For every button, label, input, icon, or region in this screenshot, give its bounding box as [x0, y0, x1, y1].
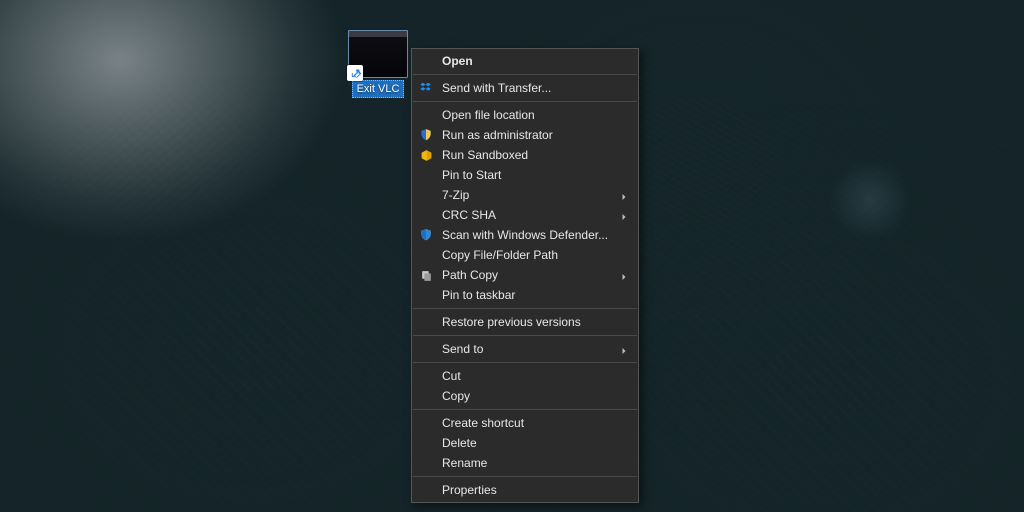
- chevron-right-icon: [618, 269, 630, 281]
- menu-item-properties[interactable]: Properties: [412, 480, 638, 500]
- menu-item-pin-to-taskbar[interactable]: Pin to taskbar: [412, 285, 638, 305]
- menu-item-open[interactable]: Open: [412, 51, 638, 71]
- dropbox-icon: [418, 80, 434, 96]
- menu-item-send-with-transfer[interactable]: Send with Transfer...: [412, 78, 638, 98]
- shortcut-arrow-overlay-icon: [347, 65, 363, 81]
- menu-item-copy-file-folder-path[interactable]: Copy File/Folder Path: [412, 245, 638, 265]
- menu-item-label: Rename: [442, 453, 487, 473]
- menu-item-restore-previous-versions[interactable]: Restore previous versions: [412, 312, 638, 332]
- menu-item-label: Scan with Windows Defender...: [442, 225, 608, 245]
- menu-item-open-file-location[interactable]: Open file location: [412, 105, 638, 125]
- shield-uac-icon: [418, 127, 434, 143]
- menu-item-run-sandboxed[interactable]: Run Sandboxed: [412, 145, 638, 165]
- pathcopy-icon: [418, 267, 434, 283]
- menu-item-label: Pin to taskbar: [442, 285, 515, 305]
- menu-separator: [413, 308, 637, 309]
- menu-item-label: Cut: [442, 366, 461, 386]
- menu-item-label: Restore previous versions: [442, 312, 581, 332]
- menu-separator: [413, 409, 637, 410]
- menu-item-7-zip[interactable]: 7-Zip: [412, 185, 638, 205]
- shortcut-label: Exit VLC: [352, 80, 405, 98]
- desktop-shortcut-exit-vlc[interactable]: Exit VLC: [345, 30, 411, 98]
- context-menu: Open Send with Transfer... Open file loc…: [411, 48, 639, 503]
- menu-item-send-to[interactable]: Send to: [412, 339, 638, 359]
- menu-item-label: Send to: [442, 339, 483, 359]
- menu-item-copy[interactable]: Copy: [412, 386, 638, 406]
- menu-item-cut[interactable]: Cut: [412, 366, 638, 386]
- menu-item-label: Create shortcut: [442, 413, 524, 433]
- shortcut-thumbnail: [348, 30, 408, 78]
- defender-shield-icon: [418, 227, 434, 243]
- menu-item-run-as-administrator[interactable]: Run as administrator: [412, 125, 638, 145]
- chevron-right-icon: [618, 189, 630, 201]
- menu-item-label: Path Copy: [442, 265, 498, 285]
- menu-item-label: Copy: [442, 386, 470, 406]
- menu-separator: [413, 362, 637, 363]
- menu-item-label: Open: [442, 51, 473, 71]
- menu-item-label: Copy File/Folder Path: [442, 245, 558, 265]
- menu-separator: [413, 335, 637, 336]
- menu-item-crc-sha[interactable]: CRC SHA: [412, 205, 638, 225]
- menu-item-label: Run Sandboxed: [442, 145, 528, 165]
- sandboxie-icon: [418, 147, 434, 163]
- menu-item-label: Delete: [442, 433, 477, 453]
- menu-item-scan-windows-defender[interactable]: Scan with Windows Defender...: [412, 225, 638, 245]
- menu-item-rename[interactable]: Rename: [412, 453, 638, 473]
- menu-item-label: CRC SHA: [442, 205, 496, 225]
- menu-separator: [413, 101, 637, 102]
- menu-separator: [413, 476, 637, 477]
- menu-separator: [413, 74, 637, 75]
- chevron-right-icon: [618, 209, 630, 221]
- menu-item-pin-to-start[interactable]: Pin to Start: [412, 165, 638, 185]
- chevron-right-icon: [618, 343, 630, 355]
- menu-item-delete[interactable]: Delete: [412, 433, 638, 453]
- menu-item-label: Pin to Start: [442, 165, 501, 185]
- menu-item-label: Send with Transfer...: [442, 78, 551, 98]
- menu-item-label: 7-Zip: [442, 185, 469, 205]
- menu-item-label: Properties: [442, 480, 497, 500]
- menu-item-label: Open file location: [442, 105, 535, 125]
- menu-item-label: Run as administrator: [442, 125, 553, 145]
- menu-item-path-copy[interactable]: Path Copy: [412, 265, 638, 285]
- menu-item-create-shortcut[interactable]: Create shortcut: [412, 413, 638, 433]
